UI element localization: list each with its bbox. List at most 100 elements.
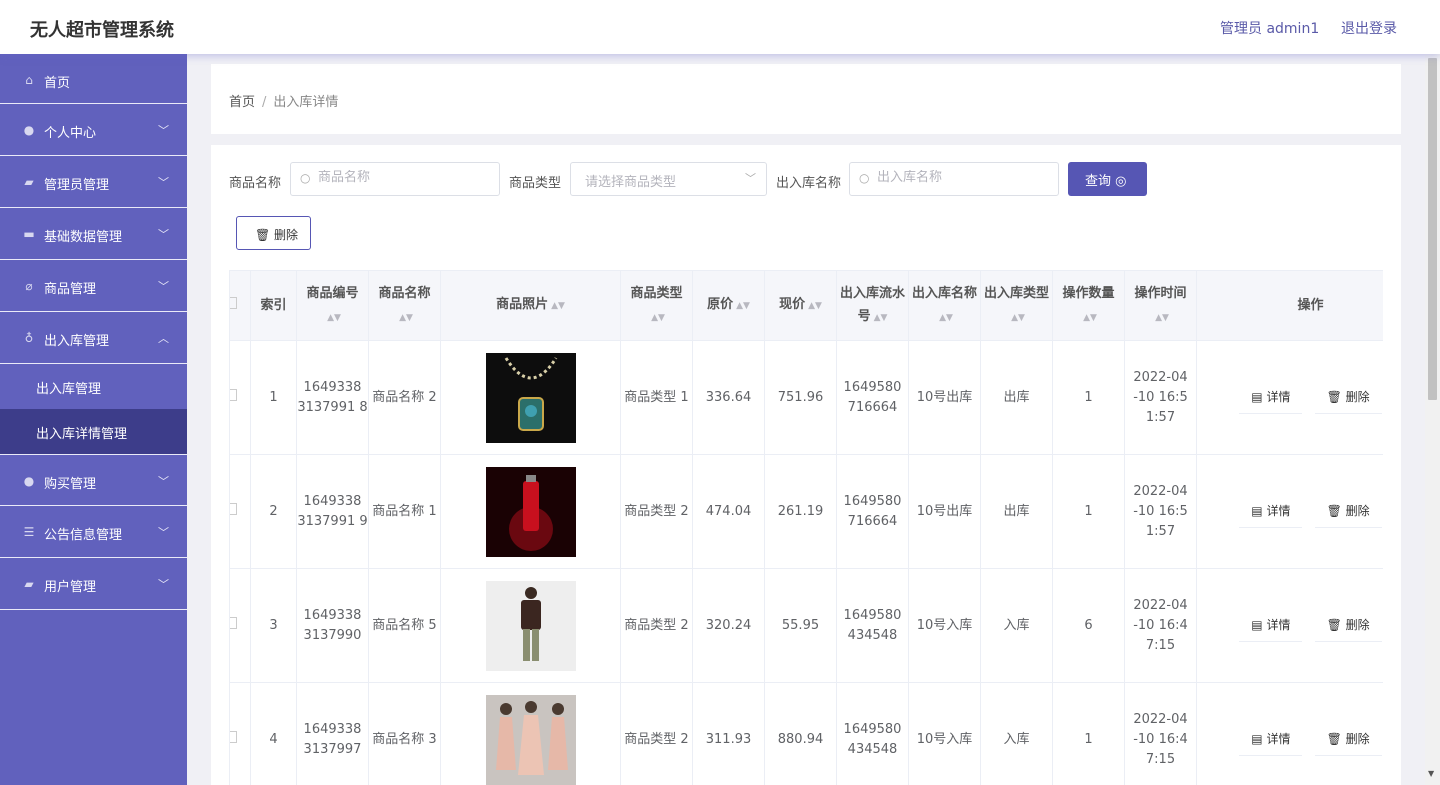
logout-link[interactable]: 退出登录	[1341, 18, 1397, 38]
sidebar-item-home[interactable]: ⌂ 首页	[0, 54, 187, 104]
cell-name: 商品名称 1	[368, 454, 441, 569]
cell-index: 1	[250, 340, 297, 455]
product-photo-necklace[interactable]	[485, 352, 576, 443]
detail-button[interactable]: ▤ 详情	[1239, 381, 1303, 414]
delete-button[interactable]: 🗑 删除	[1314, 609, 1382, 642]
col-type[interactable]: 商品类型 ▲▼	[620, 270, 693, 341]
table-header-row: 索引 商品编号 ▲▼ 商品名称 ▲▼ 商品照片 ▲▼ 商品类型 ▲▼ 原价 ▲▼ 现价 ▲▼…	[230, 270, 1383, 341]
product-photo-jacket[interactable]	[485, 580, 576, 671]
sidebar-item-inout-management[interactable]: ♁ 出入库管理 ︿	[0, 312, 187, 364]
sort-icon[interactable]: ▲▼	[736, 301, 750, 311]
cell-ops: ▤ 详情 🗑 删除	[1196, 568, 1383, 683]
cell-photo	[440, 340, 621, 455]
col-name[interactable]: 商品名称 ▲▼	[368, 270, 441, 341]
cell-type: 商品类型 2	[620, 454, 693, 569]
col-io-type[interactable]: 出入库类型 ▲▼	[980, 270, 1053, 341]
sort-icon[interactable]: ▲▼	[651, 313, 665, 323]
sort-icon[interactable]: ▲▼	[551, 301, 565, 311]
detail-button[interactable]: ▤ 详情	[1239, 723, 1303, 756]
row-checkbox[interactable]	[230, 682, 251, 785]
search-io-input[interactable]	[877, 170, 1037, 185]
sort-icon[interactable]: ▲▼	[939, 313, 953, 323]
breadcrumb-current: 出入库详情	[273, 95, 339, 110]
submenu-item-inout[interactable]: 出入库管理	[0, 364, 187, 409]
sort-icon[interactable]: ▲▼	[808, 301, 822, 311]
row-checkbox[interactable]	[230, 454, 251, 569]
col-type-label: 商品类型	[630, 285, 683, 301]
table-row: 1 1649338 3137991 8 商品名称 2 商品类型 1 336.64…	[230, 340, 1383, 455]
cell-io-type: 入库	[980, 682, 1053, 785]
admin-icon: ▰	[24, 175, 34, 189]
cart-icon: ●	[23, 474, 35, 488]
col-serial-label: 出入库流水号	[839, 285, 905, 324]
cell-io-name: 10号出库	[908, 454, 981, 569]
submenu-item-inout-detail[interactable]: 出入库详情管理	[0, 409, 187, 454]
select-all-checkbox[interactable]	[230, 270, 251, 341]
product-photo-perfume[interactable]	[485, 466, 576, 557]
col-io-name-label: 出入库名称	[911, 285, 977, 301]
sidebar-item-personal-center[interactable]: ● 个人中心 ﹀	[0, 104, 187, 156]
sidebar-item-label: 出入库管理	[44, 334, 110, 349]
sidebar-item-label: 公告信息管理	[44, 528, 123, 543]
col-qty[interactable]: 操作数量 ▲▼	[1052, 270, 1125, 341]
sidebar-item-label: 管理员管理	[44, 178, 110, 193]
scrollbar-thumb[interactable]	[1428, 58, 1437, 400]
delete-button[interactable]: 🗑 删除	[1314, 381, 1382, 414]
product-photo-dress[interactable]	[485, 694, 576, 785]
cell-price: 880.94	[764, 682, 837, 785]
chevron-down-icon: ﹀	[158, 124, 169, 137]
col-price[interactable]: 现价 ▲▼	[764, 270, 837, 341]
batch-delete-button[interactable]: 🗑 删除	[236, 216, 311, 250]
cell-orig-price: 474.04	[692, 454, 765, 569]
col-ops: 操作	[1196, 270, 1383, 341]
chevron-down-icon: ﹀	[158, 176, 169, 189]
sort-icon[interactable]: ▲▼	[1011, 313, 1025, 323]
cell-qty: 1	[1052, 340, 1125, 455]
table-row: 3 1649338 3137990 商品名称 5 商品类型 2 320.24 5…	[230, 568, 1383, 683]
goods-type-select[interactable]: 请选择商品类型 ﹀	[570, 162, 767, 196]
sidebar-item-admin-management[interactable]: ▰ 管理员管理 ﹀	[0, 156, 187, 208]
detail-button[interactable]: ▤ 详情	[1239, 495, 1303, 528]
cell-io-type: 入库	[980, 568, 1053, 683]
row-checkbox[interactable]	[230, 568, 251, 683]
mic-icon: ♁	[24, 331, 34, 345]
col-orig-price[interactable]: 原价 ▲▼	[692, 270, 765, 341]
sidebar-item-purchase[interactable]: ● 购买管理 ﹀	[0, 454, 187, 506]
scroll-down-arrow-icon[interactable]: ▼	[1428, 769, 1434, 778]
sidebar-item-notice[interactable]: ☰ 公告信息管理 ﹀	[0, 506, 187, 558]
sidebar-item-base-data[interactable]: ▬ 基础数据管理 ﹀	[0, 208, 187, 260]
current-user: 管理员 admin1	[1220, 21, 1320, 37]
sort-icon[interactable]: ▲▼	[874, 313, 888, 323]
sort-icon[interactable]: ▲▼	[1155, 313, 1169, 323]
detail-button[interactable]: ▤ 详情	[1239, 609, 1303, 642]
breadcrumb-home[interactable]: 首页	[229, 95, 255, 110]
col-photo[interactable]: 商品照片 ▲▼	[440, 270, 621, 341]
delete-button-label: 删除	[1345, 390, 1370, 404]
cell-io-name: 10号入库	[908, 568, 981, 683]
col-name-label: 商品名称	[378, 285, 431, 301]
cell-type: 商品类型 2	[620, 682, 693, 785]
search-name-input[interactable]	[318, 170, 478, 185]
delete-button[interactable]: 🗑 删除	[1314, 495, 1382, 528]
sort-icon[interactable]: ▲▼	[1083, 313, 1097, 323]
col-time[interactable]: 操作时间 ▲▼	[1124, 270, 1197, 341]
chevron-up-icon: ︿	[158, 332, 169, 345]
sort-icon[interactable]: ▲▼	[327, 313, 341, 323]
cell-time: 2022-04 -10 16:5 1:57	[1124, 340, 1197, 455]
search-io-field[interactable]: ○	[849, 162, 1059, 196]
sidebar-item-goods-management[interactable]: ⌀ 商品管理 ﹀	[0, 260, 187, 312]
col-orig-price-label: 原价	[707, 297, 734, 312]
search-name-field[interactable]: ○	[290, 162, 500, 196]
page-scrollbar[interactable]: ▼	[1425, 54, 1440, 785]
search-io-label: 出入库名称	[776, 176, 842, 191]
row-checkbox[interactable]	[230, 340, 251, 455]
chevron-down-icon: ﹀	[158, 578, 169, 591]
col-serial[interactable]: 出入库流水号 ▲▼	[836, 270, 909, 341]
search-name-label: 商品名称	[229, 176, 282, 191]
col-io-name[interactable]: 出入库名称 ▲▼	[908, 270, 981, 341]
col-code[interactable]: 商品编号 ▲▼	[296, 270, 369, 341]
query-button[interactable]: 查询 ◎	[1068, 162, 1147, 196]
delete-button[interactable]: 🗑 删除	[1314, 723, 1382, 756]
sidebar-item-users[interactable]: ▰ 用户管理 ﹀	[0, 558, 187, 610]
sort-icon[interactable]: ▲▼	[399, 313, 413, 323]
